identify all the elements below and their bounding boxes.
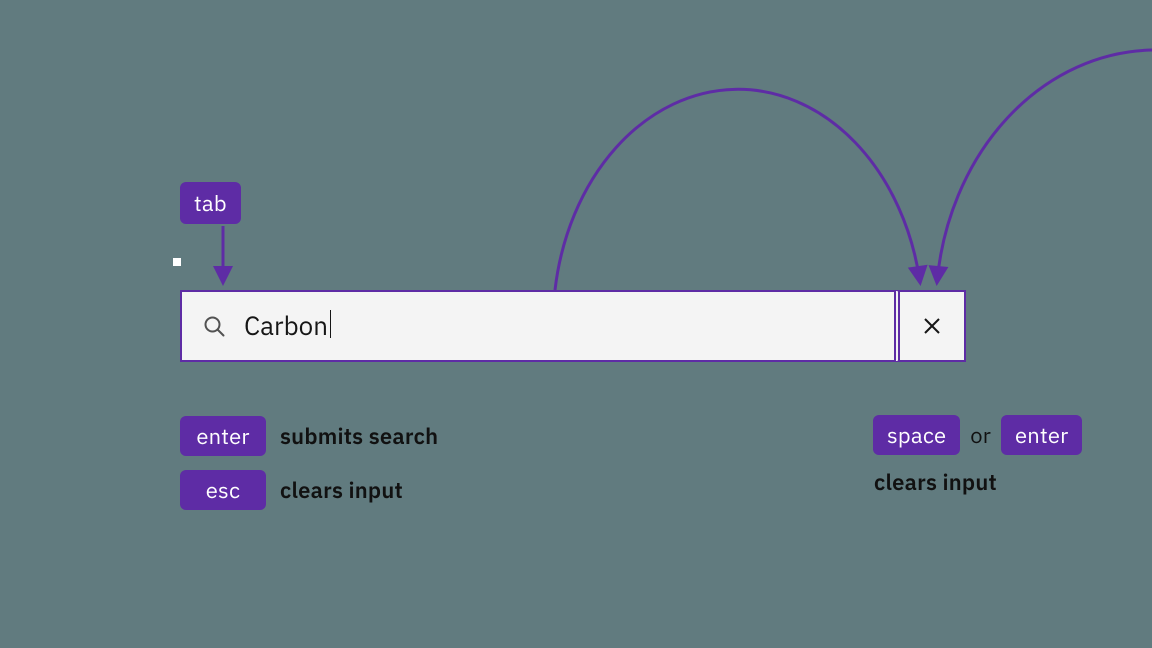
clear-button[interactable]	[894, 290, 966, 362]
key-enter: enter	[180, 416, 266, 456]
search-icon	[202, 314, 226, 338]
decorative-dot	[173, 258, 181, 266]
key-esc: esc	[180, 470, 266, 510]
hint-esc-clear: esc clears input	[180, 470, 403, 510]
hint-enter-submit: enter submits search	[180, 416, 438, 456]
search-value: Carbon	[244, 309, 328, 343]
diagram-stage: tab Carbon enter submits	[0, 0, 1152, 648]
key-space: space	[873, 415, 960, 455]
search-input[interactable]: Carbon	[180, 290, 894, 362]
text-caret	[330, 310, 331, 338]
label-clears-input-right: clears input	[874, 468, 997, 497]
key-enter-right: enter	[1001, 415, 1082, 455]
key-tab: tab	[180, 182, 241, 224]
label-submits-search: submits search	[280, 422, 438, 451]
label-clears-input-left: clears input	[280, 476, 403, 505]
label-or: or	[970, 421, 991, 450]
hint-space-enter: space or enter	[873, 415, 1082, 455]
close-icon	[921, 315, 943, 337]
search-component: Carbon	[180, 290, 966, 362]
